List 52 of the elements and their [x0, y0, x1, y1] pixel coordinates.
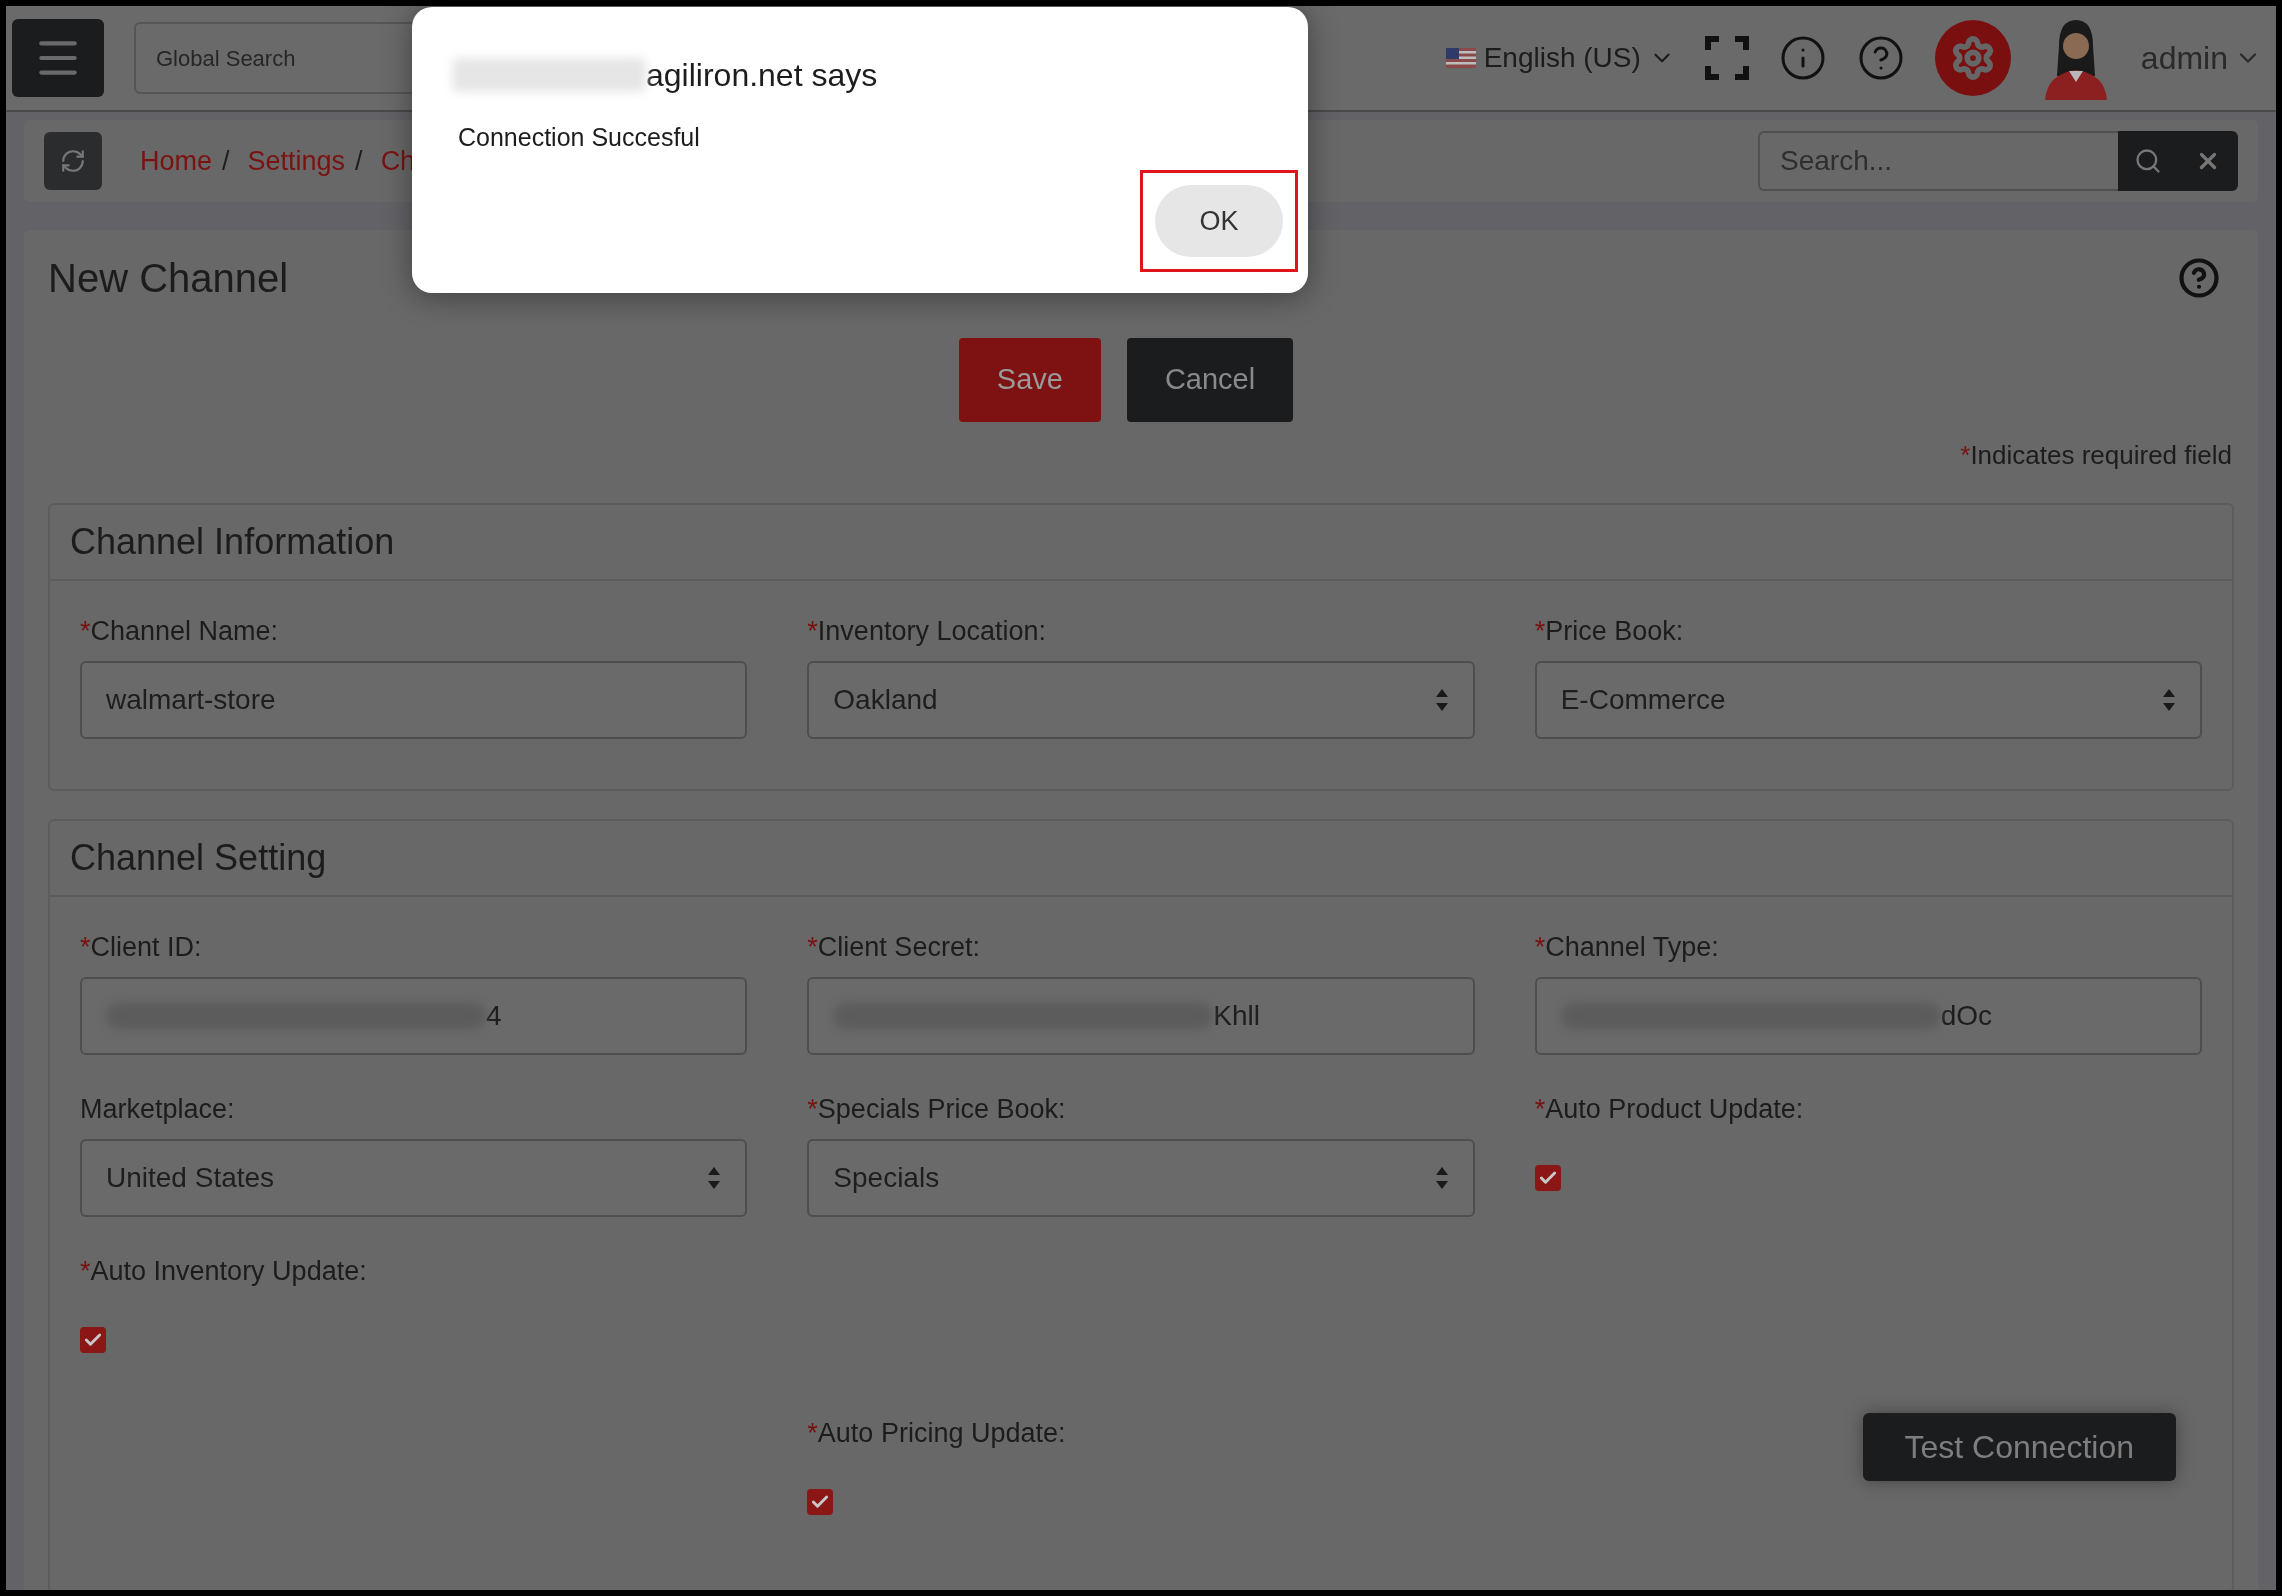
field-label: *Auto Inventory Update:	[80, 1255, 368, 1285]
select-field[interactable]: E-Commerce	[1534, 661, 2202, 739]
clear-search-button[interactable]	[2178, 131, 2238, 191]
field-label: *Client Secret:	[807, 931, 981, 961]
fullscreen-icon[interactable]	[1704, 36, 1749, 80]
up-down-arrows-icon	[1434, 1166, 1449, 1190]
up-down-arrows-icon	[1434, 688, 1449, 712]
required-note: *Indicates required field	[1960, 439, 2232, 472]
text-field[interactable]: Khll	[807, 977, 1475, 1055]
text-field[interactable]: 4	[80, 977, 748, 1055]
refresh-button[interactable]	[44, 132, 102, 190]
field-label: *Specials Price Book:	[807, 1093, 1067, 1123]
breadcrumb-separator: /	[355, 144, 363, 178]
breadcrumb-separator: /	[222, 144, 230, 178]
checkbox[interactable]	[1534, 1165, 1561, 1191]
search-field[interactable]: Search...	[1758, 131, 2118, 191]
checkbox[interactable]	[807, 1489, 834, 1515]
field-label: *Client ID:	[80, 931, 203, 961]
field-label: *Channel Name:	[80, 615, 280, 645]
menu-button[interactable]	[12, 19, 104, 97]
dialog-title: agiliron.net says	[646, 56, 878, 95]
text-field[interactable]: dOc	[1534, 977, 2202, 1055]
save-button[interactable]: Save	[958, 338, 1101, 422]
select-field[interactable]: United States	[80, 1139, 748, 1217]
field-label: *Channel Type:	[1534, 931, 1720, 961]
dialog-message: Connection Succesful	[458, 122, 701, 153]
checkbox[interactable]	[80, 1327, 106, 1353]
refresh-icon	[60, 148, 86, 174]
field-label: *Auto Pricing Update:	[807, 1417, 1067, 1447]
up-down-arrows-icon	[707, 1166, 722, 1190]
page-title: New Channel	[48, 255, 289, 302]
search-icon	[2134, 147, 2162, 175]
select-field[interactable]: Oakland	[807, 661, 1475, 739]
ok-button[interactable]: OK	[1155, 185, 1283, 257]
section-title: Channel Information	[70, 520, 395, 564]
test-connection-button[interactable]: Test Connection	[1862, 1413, 2176, 1481]
up-down-arrows-icon	[2162, 688, 2176, 712]
field-label: Marketplace:	[80, 1093, 236, 1123]
language-dropdown[interactable]: English (US)	[1445, 37, 1675, 79]
cancel-button[interactable]: Cancel	[1126, 338, 1294, 422]
search-button[interactable]	[2118, 131, 2178, 191]
breadcrumb-link[interactable]: Settings	[247, 140, 346, 182]
text-field[interactable]: walmart-store	[80, 661, 748, 739]
field-label: *Inventory Location:	[807, 615, 1047, 645]
select-field[interactable]: Specials	[807, 1139, 1475, 1217]
field-label: *Auto Product Update:	[1534, 1093, 1805, 1123]
us-flag-icon	[1445, 48, 1476, 68]
field-label: *Price Book:	[1534, 615, 1685, 645]
help-icon[interactable]	[2178, 257, 2220, 299]
user-menu[interactable]: admin	[2140, 34, 2262, 82]
breadcrumb-link[interactable]: Home	[140, 140, 213, 182]
section-title: Channel Setting	[70, 836, 327, 880]
